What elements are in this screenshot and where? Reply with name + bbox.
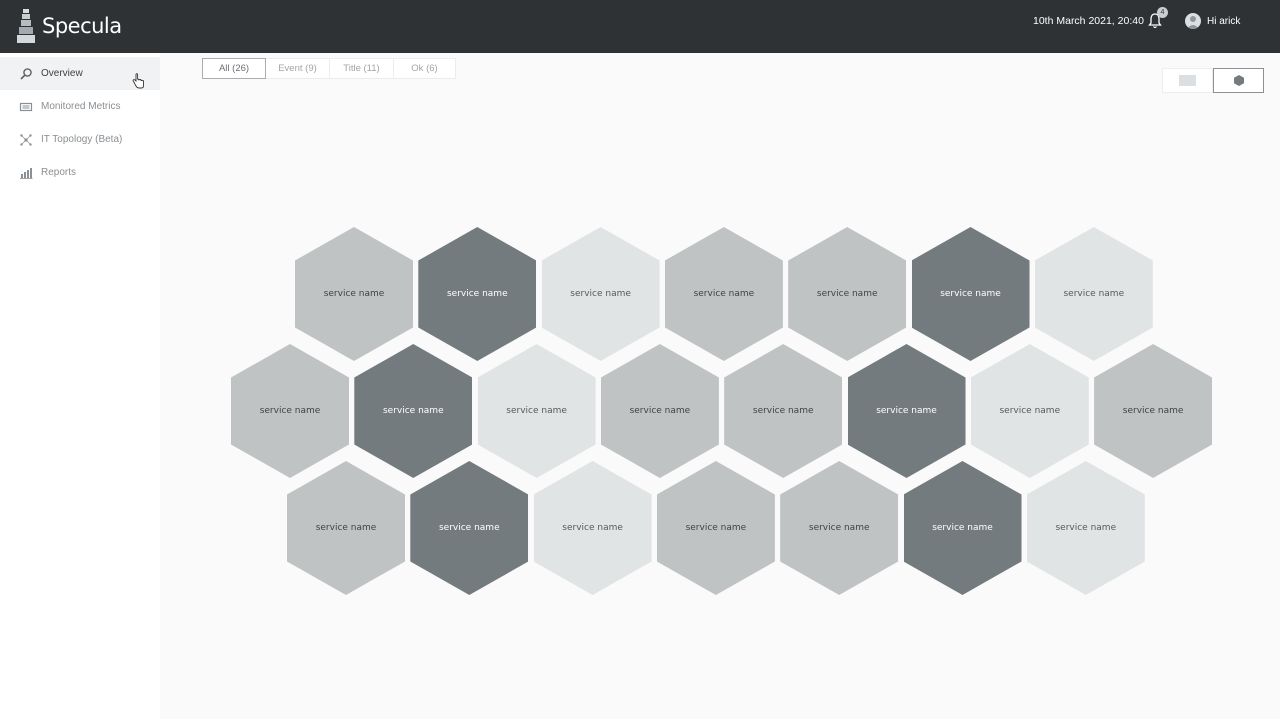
user-avatar-icon	[1187, 16, 1199, 29]
sidebar-item-monitored-metrics[interactable]: Monitored Metrics	[0, 90, 160, 123]
top-bar: Specula 10th March 2021, 20:40 4 Hi aric…	[0, 0, 1280, 53]
app-logo[interactable]: Specula	[14, 8, 122, 44]
service-hex[interactable]: service name	[410, 461, 529, 595]
service-hex[interactable]: service name	[533, 461, 652, 595]
service-name-label: service name	[446, 289, 508, 299]
service-hex[interactable]: service name	[354, 344, 473, 478]
service-name-label: service name	[570, 289, 631, 299]
service-name-label: service name	[999, 406, 1061, 416]
service-name-label: service name	[940, 289, 1001, 299]
service-name-label: service name	[562, 523, 623, 533]
sidebar: Overview Monitored Metrics IT Topology (…	[0, 53, 160, 719]
sidebar-item-label: Reports	[41, 167, 77, 178]
filter-tabs: All (26) Event (9) Title (11) Ok (6)	[202, 58, 456, 79]
service-name-label: service name	[693, 289, 755, 299]
current-datetime: 10th March 2021, 20:40	[1033, 15, 1144, 27]
service-name-label: service name	[808, 523, 870, 533]
service-hex[interactable]: service name	[541, 227, 660, 361]
avatar	[1185, 13, 1201, 29]
service-hex[interactable]: service name	[287, 461, 405, 595]
tab-title[interactable]: Title (11)	[330, 58, 394, 79]
service-hex[interactable]: service name	[788, 227, 907, 361]
sidebar-item-label: Monitored Metrics	[41, 101, 121, 112]
view-toggle	[1162, 68, 1264, 93]
service-name-label: service name	[1122, 406, 1184, 416]
service-name-label: service name	[438, 523, 500, 533]
service-hex[interactable]: service name	[903, 461, 1022, 595]
service-name-label: service name	[876, 406, 937, 416]
service-hex[interactable]: service name	[600, 344, 719, 478]
service-hex-grid: service name service name service name serv…	[0, 0, 1280, 719]
service-name-label: service name	[629, 406, 691, 416]
tab-event[interactable]: Event (9)	[266, 58, 330, 79]
service-hex[interactable]: service name	[970, 344, 1089, 478]
service-name-label: service name	[506, 406, 567, 416]
tab-all[interactable]: All (26)	[202, 58, 266, 79]
sidebar-item-overview[interactable]: Overview	[0, 57, 160, 90]
user-greeting: Hi arick	[1207, 15, 1241, 27]
service-hex[interactable]: service name	[656, 461, 775, 595]
service-hex[interactable]: service name	[1026, 461, 1145, 595]
grid-view-button[interactable]	[1162, 68, 1213, 93]
service-name-label: service name	[932, 523, 993, 533]
app-name: Specula	[42, 14, 122, 38]
topology-icon	[20, 133, 32, 146]
sidebar-item-label: Overview	[41, 68, 83, 79]
hex-view-button[interactable]	[1213, 68, 1264, 93]
service-name-label: service name	[382, 406, 444, 416]
grid-view-icon	[1179, 75, 1196, 86]
metrics-icon	[19, 102, 33, 111]
notification-count-badge: 4	[1157, 7, 1168, 18]
specula-logo-icon	[17, 9, 35, 43]
service-hex[interactable]: service name	[847, 344, 966, 478]
tab-ok[interactable]: Ok (6)	[394, 58, 456, 79]
service-hex[interactable]: service name	[724, 344, 843, 478]
service-hex[interactable]: service name	[231, 344, 349, 478]
service-name-label: service name	[752, 406, 814, 416]
service-name-label: service name	[1063, 289, 1125, 299]
hex-view-icon	[1233, 75, 1244, 86]
service-hex[interactable]: service name	[911, 227, 1030, 361]
user-menu[interactable]: Hi arick	[1185, 13, 1240, 29]
service-name-label: service name	[1055, 523, 1117, 533]
reports-icon	[20, 167, 33, 179]
search-icon	[20, 67, 32, 80]
service-hex[interactable]: service name	[418, 227, 537, 361]
service-name-label: service name	[685, 523, 747, 533]
service-hex[interactable]: service name	[477, 344, 596, 478]
service-name-label: service name	[259, 406, 321, 416]
service-hex[interactable]: service name	[780, 461, 899, 595]
hand-cursor-icon	[132, 73, 144, 89]
service-name-label: service name	[816, 289, 878, 299]
sidebar-item-reports[interactable]: Reports	[0, 156, 160, 189]
service-hex[interactable]: service name	[295, 227, 413, 361]
service-hex[interactable]: service name	[664, 227, 783, 361]
service-name-label: service name	[323, 289, 385, 299]
service-hex[interactable]: service name	[1094, 344, 1213, 478]
sidebar-item-label: IT Topology (Beta)	[41, 134, 123, 145]
service-name-label: service name	[315, 523, 377, 533]
sidebar-item-it-topology[interactable]: IT Topology (Beta)	[0, 123, 160, 156]
service-hex[interactable]: service name	[1034, 227, 1153, 361]
